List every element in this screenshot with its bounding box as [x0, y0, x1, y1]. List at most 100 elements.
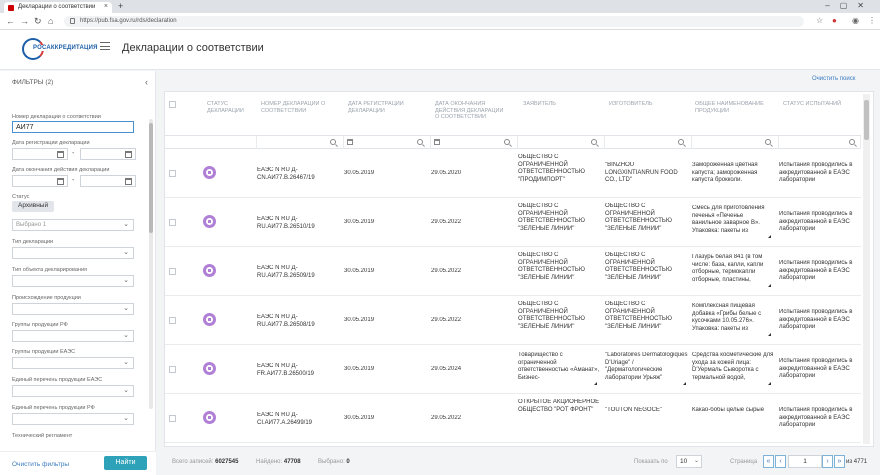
search-icon[interactable] [678, 139, 684, 145]
clear-search-link[interactable]: Очистить поиск [812, 76, 855, 82]
col-product[interactable]: Общее наименование продукции [695, 101, 775, 114]
perpage-select[interactable]: 10 ⌄ [676, 455, 702, 468]
calendar-icon[interactable] [125, 178, 132, 185]
sidebar-scrollbar[interactable] [149, 119, 153, 409]
calendar-icon[interactable] [57, 178, 64, 185]
search-icon[interactable] [330, 139, 336, 145]
window-controls[interactable]: –▢✕ [825, 1, 874, 10]
last-page-button[interactable]: » [834, 455, 845, 468]
status-select[interactable]: Выбрано 1 ⌄ [12, 219, 134, 231]
calendar-icon[interactable] [125, 151, 132, 158]
expand-corner-icon[interactable] [683, 382, 686, 385]
calendar-icon[interactable] [347, 139, 353, 145]
scrollbar-thumb[interactable] [149, 123, 153, 233]
origin-select[interactable]: ⌄ [12, 303, 134, 315]
found-records: Найдено: 47708 [256, 459, 301, 465]
logo[interactable]: РОСАККРЕДИТАЦИЯ [22, 38, 100, 60]
col-tests[interactable]: Статус испытаний [783, 101, 863, 108]
decl-number-input[interactable]: АИ77 [12, 121, 134, 133]
group-eaes-select[interactable]: ⌄ [12, 357, 134, 369]
row-checkbox[interactable] [169, 415, 176, 422]
row-checkbox[interactable] [169, 219, 176, 226]
hamburger-menu-icon[interactable] [100, 42, 110, 50]
expand-corner-icon[interactable] [768, 235, 771, 238]
list-rf-select[interactable]: ⌄ [12, 413, 134, 425]
browser-tab[interactable]: Декларации о соответствии × [4, 2, 112, 13]
table-row[interactable]: ЕАЭС N RU Д-CI.АИ77.А.26499/19 30.05.201… [165, 395, 861, 443]
search-icon[interactable] [765, 139, 771, 145]
prev-page-button[interactable]: ‹ [775, 455, 786, 468]
col-manufacturer[interactable]: Изготовитель [609, 101, 689, 108]
cell-number[interactable]: ЕАЭС N RU Д-CN.АИ77.В.26467/19 [257, 167, 341, 182]
collapse-sidebar-icon[interactable]: ‹ [145, 77, 148, 87]
page-number-input[interactable]: 1 [788, 455, 822, 468]
table-row[interactable]: ЕАЭС N RU Д-RU.АИ77.В.26508/19 30.05.201… [165, 297, 861, 345]
row-checkbox[interactable] [169, 317, 176, 324]
cell-number[interactable]: ЕАЭС N RU Д-RU.АИ77.В.26509/19 [257, 265, 341, 280]
forward-icon[interactable]: → [20, 16, 29, 26]
table-row[interactable]: ЕАЭС N RU Д-RU.АИ77.В.26509/19 30.05.201… [165, 248, 861, 296]
filter-reg-date-cell[interactable] [344, 136, 431, 149]
search-icon[interactable] [849, 139, 855, 145]
list-rf-label: Единый перечень продукции РФ [12, 405, 95, 411]
first-page-button[interactable]: « [763, 455, 774, 468]
search-icon[interactable] [591, 139, 597, 145]
reg-date-to-input[interactable] [80, 148, 136, 160]
star-icon[interactable]: ☆ [816, 16, 823, 25]
close-tab-icon[interactable]: × [104, 3, 108, 10]
menu-icon[interactable]: ⋮ [868, 16, 876, 25]
cell-number[interactable]: ЕАЭС N RU Д-RU.АИ77.В.26510/19 [257, 216, 341, 231]
col-applicant[interactable]: Заявитель [523, 101, 603, 108]
row-checkbox[interactable] [169, 170, 176, 177]
cell-number[interactable]: ЕАЭС N RU Д-RU.АИ77.В.26508/19 [257, 314, 341, 329]
filter-tests-cell[interactable] [779, 136, 861, 149]
favicon-icon [8, 5, 14, 11]
filter-manufacturer-cell[interactable] [605, 136, 692, 149]
next-page-button[interactable]: › [822, 455, 833, 468]
cell-number[interactable]: ЕАЭС N RU Д-FR.АИ77.В.26500/19 [257, 363, 341, 378]
search-icon[interactable] [504, 139, 510, 145]
expand-corner-icon[interactable] [768, 284, 771, 287]
calendar-icon[interactable] [434, 139, 440, 145]
table-row[interactable]: ЕАЭС N RU Д-CN.АИ77.В.26467/19 30.05.201… [165, 150, 861, 198]
list-eaes-select[interactable]: ⌄ [12, 385, 134, 397]
decl-type-select[interactable]: ⌄ [12, 247, 134, 259]
end-date-to-input[interactable] [80, 175, 136, 187]
table-row[interactable]: ЕАЭС N RU Д-FR.АИ77.В.26500/19 30.05.201… [165, 346, 861, 394]
scrollbar-thumb[interactable] [864, 100, 869, 140]
home-icon[interactable]: ⌂ [48, 16, 53, 26]
object-type-select[interactable]: ⌄ [12, 275, 134, 287]
filter-product-cell[interactable] [692, 136, 779, 149]
profile-icon[interactable]: ◉ [852, 16, 859, 25]
filter-status-cell[interactable] [165, 136, 257, 149]
clear-filters-link[interactable]: Очистить фильтры [12, 461, 69, 468]
new-tab-button[interactable]: + [118, 1, 123, 11]
col-end-date[interactable]: Дата окончания действия декларации о соо… [435, 101, 507, 121]
reload-icon[interactable]: ↻ [34, 16, 42, 27]
cell-number[interactable]: ЕАЭС N RU Д-CI.АИ77.А.26499/19 [257, 412, 341, 427]
col-reg-date[interactable]: Дата регистрации декларации [348, 101, 420, 114]
find-button[interactable]: Найти [104, 456, 147, 470]
reg-date-from-input[interactable] [12, 148, 68, 160]
calendar-icon[interactable] [57, 151, 64, 158]
extension-icon[interactable]: ● [832, 16, 837, 25]
select-all-checkbox[interactable] [169, 101, 176, 108]
filter-end-date-cell[interactable] [431, 136, 518, 149]
expand-corner-icon[interactable] [768, 382, 771, 385]
row-checkbox[interactable] [169, 268, 176, 275]
filter-number-cell[interactable] [257, 136, 344, 149]
status-chip-archived[interactable]: Архивный [12, 201, 55, 212]
table-row[interactable]: ЕАЭС N RU Д-RU.АИ77.В.26510/19 30.05.201… [165, 199, 861, 247]
col-status[interactable]: Статус декларации [207, 101, 257, 114]
back-icon[interactable]: ← [6, 16, 15, 26]
end-date-from-input[interactable] [12, 175, 68, 187]
expand-corner-icon[interactable] [768, 333, 771, 336]
group-rf-select[interactable]: ⌄ [12, 330, 134, 342]
search-icon[interactable] [417, 139, 423, 145]
expand-corner-icon[interactable] [594, 382, 597, 385]
row-checkbox[interactable] [169, 366, 176, 373]
filter-applicant-cell[interactable] [518, 136, 605, 149]
address-bar[interactable]: https://pub.fsa.gov.ru/rds/declaration [64, 16, 804, 27]
table-scrollbar[interactable] [863, 94, 870, 444]
col-number[interactable]: Номер декларации о соответствии [261, 101, 341, 114]
